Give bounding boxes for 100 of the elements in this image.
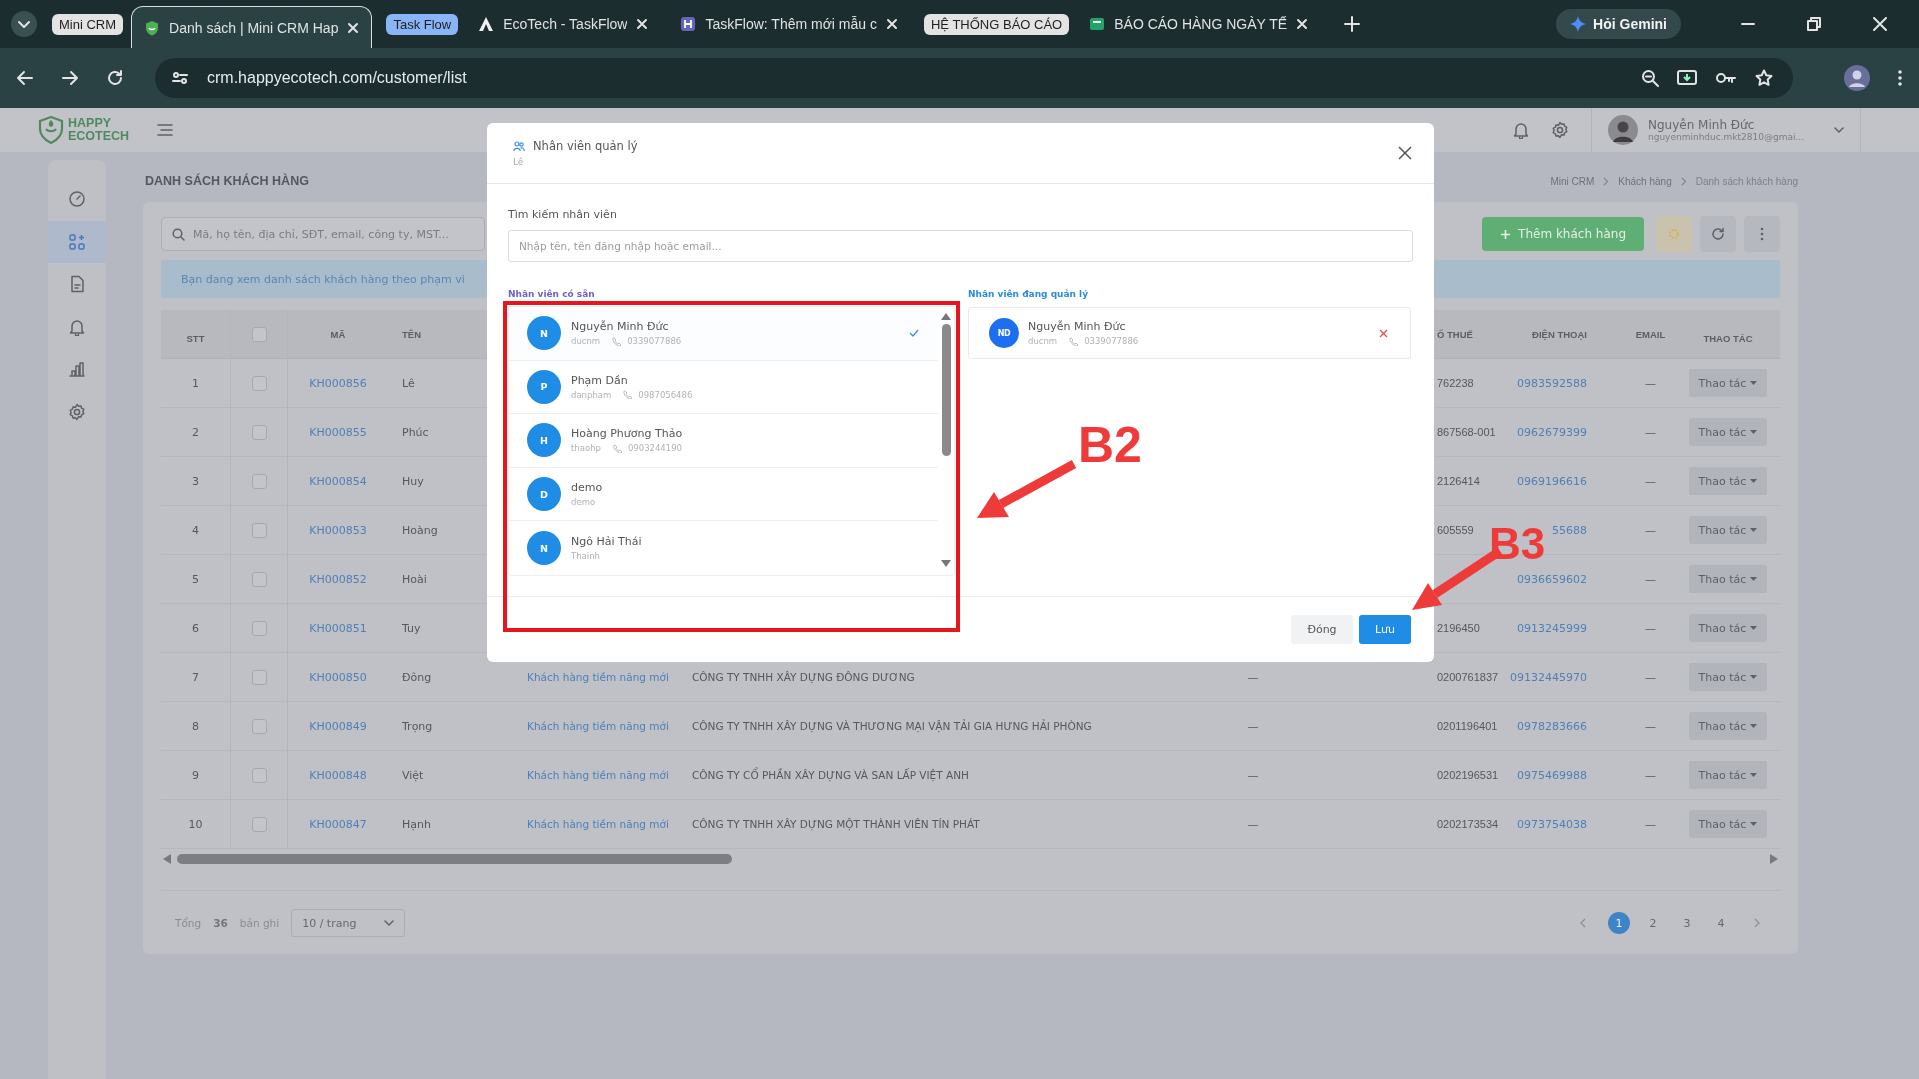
gemini-button[interactable]: Hỏi Gemini xyxy=(1556,9,1681,39)
close-icon[interactable] xyxy=(1398,146,1412,160)
customer-type-link[interactable]: Khách hàng tiềm năng mới xyxy=(527,671,669,683)
checkbox[interactable] xyxy=(251,326,267,342)
tab-group-chip[interactable]: Task Flow xyxy=(386,13,459,35)
key-icon[interactable] xyxy=(1715,71,1737,85)
actions-dropdown-button[interactable]: Thao tác xyxy=(1688,418,1768,446)
checkbox[interactable] xyxy=(251,424,267,440)
page-button[interactable]: 3 xyxy=(1676,912,1698,934)
scrollbar-thumb[interactable] xyxy=(941,324,951,456)
user-email: nguyenminhduc.mkt2810@gmai... xyxy=(1648,132,1806,142)
breadcrumb-link[interactable]: Mini CRM xyxy=(1550,175,1595,187)
more-icon[interactable] xyxy=(1897,69,1903,87)
settings-icon[interactable] xyxy=(1551,121,1569,139)
column-header: Ố THUẾ xyxy=(1437,328,1473,340)
customer-type-link[interactable]: Khách hàng tiềm năng mới xyxy=(527,818,669,830)
customer-code-link[interactable]: KH000847 xyxy=(309,817,367,831)
actions-dropdown-button[interactable]: Thao tác xyxy=(1688,565,1768,593)
phone-link[interactable]: 0913245999 xyxy=(1517,621,1587,635)
browser-tab[interactable]: Danh sách | Mini CRM Hap xyxy=(131,6,373,48)
reload-icon[interactable] xyxy=(106,69,124,87)
actions-dropdown-button[interactable]: Thao tác xyxy=(1688,369,1768,397)
checkbox[interactable] xyxy=(251,767,267,783)
forward-icon[interactable] xyxy=(61,69,79,87)
phone-link[interactable]: 0962679399 xyxy=(1517,425,1587,439)
star-icon[interactable] xyxy=(1755,69,1773,87)
browser-tab[interactable]: TaskFlow: Thêm mới mẫu c xyxy=(668,7,910,41)
back-icon[interactable] xyxy=(16,69,34,87)
actions-dropdown-button[interactable]: Thao tác xyxy=(1688,810,1768,838)
page-button[interactable]: 1 xyxy=(1608,912,1630,934)
employee-item[interactable]: H Hoàng Phương Thảo thaohp 0903244190 xyxy=(509,414,938,468)
phone-link[interactable]: 0983592588 xyxy=(1517,376,1587,390)
checkbox[interactable] xyxy=(251,473,267,489)
zoom-icon[interactable] xyxy=(1641,69,1659,87)
actions-dropdown-button[interactable]: Thao tác xyxy=(1688,614,1768,642)
tab-group-chip[interactable]: HỆ THỐNG BÁO CÁO xyxy=(924,13,1070,35)
refresh-button[interactable] xyxy=(1700,216,1736,252)
checkbox[interactable] xyxy=(251,816,267,832)
search-field[interactable]: Mã, họ tên, địa chỉ, SĐT, email, công ty, MST... xyxy=(161,217,485,251)
install-icon[interactable] xyxy=(1677,69,1697,87)
remove-icon[interactable] xyxy=(1379,328,1388,338)
checkbox[interactable] xyxy=(251,522,267,538)
save-button[interactable]: Lưu xyxy=(1359,615,1411,644)
browser-tab[interactable]: BÁO CÁO HÀNG NGÀY TẾ xyxy=(1077,7,1321,41)
customer-code-link[interactable]: KH000848 xyxy=(309,768,367,782)
address-bar[interactable]: crm.happyecotech.com/customer/list xyxy=(155,58,1793,98)
search-field[interactable]: Nhập tên, tên đăng nhập hoặc email... xyxy=(508,230,1413,262)
add-customer-button[interactable]: Thêm khách hàng xyxy=(1482,217,1644,251)
customer-type-link[interactable]: Khách hàng tiềm năng mới xyxy=(527,720,669,732)
browser-tab[interactable]: EcoTech - TaskFlow xyxy=(466,7,661,41)
actions-dropdown-button[interactable]: Thao tác xyxy=(1688,663,1768,691)
scrollbar-thumb[interactable] xyxy=(177,854,732,864)
page-size-select[interactable]: 10 / trang xyxy=(291,909,406,937)
employee-item[interactable]: D demo demo xyxy=(509,467,938,522)
bell-icon[interactable] xyxy=(1513,121,1529,139)
actions-dropdown-button[interactable]: Thao tác xyxy=(1688,761,1768,789)
next-page-icon[interactable] xyxy=(1754,918,1760,928)
checkbox[interactable] xyxy=(251,375,267,391)
tab-group-chip[interactable]: Mini CRM xyxy=(52,13,124,35)
actions-dropdown-button[interactable]: Thao tác xyxy=(1688,467,1768,495)
user-menu[interactable]: Nguyễn Minh Đức nguyenminhduc.mkt2810@gmai... xyxy=(1591,108,1861,152)
actions-dropdown-button[interactable]: Thao tác xyxy=(1688,516,1768,544)
prev-page-icon[interactable] xyxy=(1580,918,1586,928)
close-button[interactable]: Đóng xyxy=(1291,615,1353,644)
phone-link[interactable]: 0969196616 xyxy=(1517,474,1587,488)
customer-code-link[interactable]: KH000853 xyxy=(309,523,367,537)
customer-code-link[interactable]: KH000854 xyxy=(309,474,367,488)
menu-icon[interactable] xyxy=(157,123,174,137)
customer-code-link[interactable]: KH000852 xyxy=(309,572,367,586)
sidebar-item[interactable] xyxy=(48,220,106,263)
phone-link[interactable]: 0936659602 xyxy=(1517,572,1587,586)
phone-link[interactable]: 55688 xyxy=(1552,523,1587,537)
page-button[interactable]: 2 xyxy=(1642,912,1664,934)
chevron-right-icon xyxy=(1603,176,1610,186)
checkbox[interactable] xyxy=(251,571,267,587)
employee-item[interactable]: N Ngô Hải Thái Thainh xyxy=(509,521,938,575)
tab-search-icon[interactable] xyxy=(10,10,38,38)
phone-link[interactable]: 0975469988 xyxy=(1517,768,1587,782)
phone-link[interactable]: 0978283666 xyxy=(1517,719,1587,733)
phone-link[interactable]: 0973754038 xyxy=(1517,817,1587,831)
customer-type-link[interactable]: Khách hàng tiềm năng mới xyxy=(527,769,669,781)
new-tab-icon[interactable] xyxy=(1344,16,1361,32)
page-button[interactable]: 4 xyxy=(1710,912,1732,934)
profile-avatar-icon[interactable] xyxy=(1844,65,1870,91)
customer-code-link[interactable]: KH000855 xyxy=(309,425,367,439)
scroll-up-icon xyxy=(941,313,951,320)
checkbox[interactable] xyxy=(251,620,267,636)
checkbox[interactable] xyxy=(251,669,267,685)
phone-link[interactable]: 09132445970 xyxy=(1510,670,1587,684)
employee-item[interactable]: P Phạm Dần danpham 0987056486 xyxy=(509,360,938,415)
checkbox[interactable] xyxy=(251,718,267,734)
site-info-icon[interactable] xyxy=(171,69,189,87)
customer-code-link[interactable]: KH000850 xyxy=(309,670,367,684)
customer-code-link[interactable]: KH000851 xyxy=(309,621,367,635)
customer-code-link[interactable]: KH000856 xyxy=(309,376,367,390)
breadcrumb-link[interactable]: Khách hàng xyxy=(1618,175,1672,187)
employee-item[interactable]: N Nguyễn Minh Đức ducnm 0339077886 xyxy=(509,307,938,361)
actions-dropdown-button[interactable]: Thao tác xyxy=(1688,712,1768,740)
customer-code-link[interactable]: KH000849 xyxy=(309,719,367,733)
restore-icon[interactable] xyxy=(1807,17,1821,31)
